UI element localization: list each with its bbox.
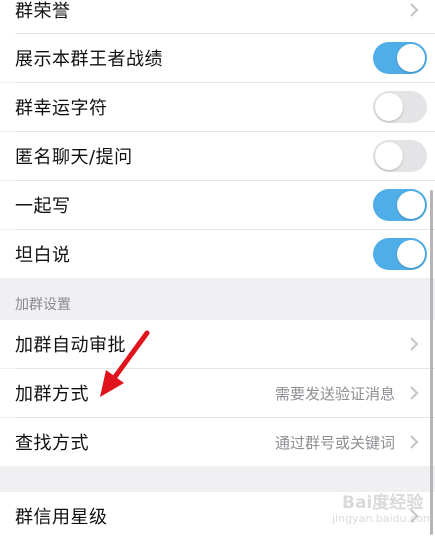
- chevron-right-icon: [410, 337, 419, 351]
- toggle-knob: [397, 44, 425, 72]
- credit-stars-label: 群信用星级: [15, 507, 108, 528]
- watermark-sub: jingyan.baidu.com: [332, 512, 434, 525]
- row-auto-approve[interactable]: 加群自动审批: [0, 320, 435, 368]
- section-header-join: 加群设置: [0, 278, 435, 320]
- scrollbar[interactable]: [430, 190, 433, 535]
- watermark-main: Bai度经验: [342, 493, 424, 513]
- write-together-toggle[interactable]: [373, 189, 427, 221]
- find-method-label: 查找方式: [15, 433, 89, 454]
- toggle-knob: [397, 240, 425, 268]
- be-honest-toggle[interactable]: [373, 238, 427, 270]
- row-anonymous-chat: 匿名聊天/提问: [0, 132, 435, 180]
- chevron-right-icon: [410, 435, 419, 449]
- row-find-method[interactable]: 查找方式 通过群号或关键词: [0, 418, 435, 466]
- auto-approve-label: 加群自动审批: [15, 335, 126, 356]
- row-write-together: 一起写: [0, 181, 435, 229]
- anonymous-chat-toggle[interactable]: [373, 140, 427, 172]
- find-method-value: 通过群号或关键词: [274, 433, 395, 452]
- toggle-knob: [375, 142, 403, 170]
- join-method-label: 加群方式: [15, 384, 89, 405]
- row-group-honor[interactable]: 群荣誉: [0, 0, 435, 34]
- toggle-knob: [397, 191, 425, 219]
- write-together-label: 一起写: [15, 196, 71, 217]
- section-header-title: 加群设置: [15, 297, 71, 313]
- baidu-watermark: Bai度经验 jingyan.baidu.com: [318, 488, 434, 528]
- toggle-knob: [375, 93, 403, 121]
- group-honor-label: 群荣誉: [15, 1, 71, 22]
- lucky-char-label: 群幸运字符: [15, 98, 108, 119]
- show-king-record-toggle[interactable]: [373, 42, 427, 74]
- anonymous-chat-label: 匿名聊天/提问: [15, 147, 133, 168]
- chevron-right-icon: [410, 386, 419, 400]
- be-honest-label: 坦白说: [15, 245, 71, 266]
- join-method-value: 需要发送验证消息: [274, 384, 395, 403]
- lucky-char-toggle[interactable]: [373, 91, 427, 123]
- chevron-right-icon: [410, 3, 419, 17]
- row-lucky-char: 群幸运字符: [0, 83, 435, 131]
- row-show-king-record: 展示本群王者战绩: [0, 34, 435, 82]
- row-be-honest: 坦白说: [0, 230, 435, 278]
- row-join-method[interactable]: 加群方式 需要发送验证消息: [0, 369, 435, 417]
- show-king-record-label: 展示本群王者战绩: [15, 49, 163, 70]
